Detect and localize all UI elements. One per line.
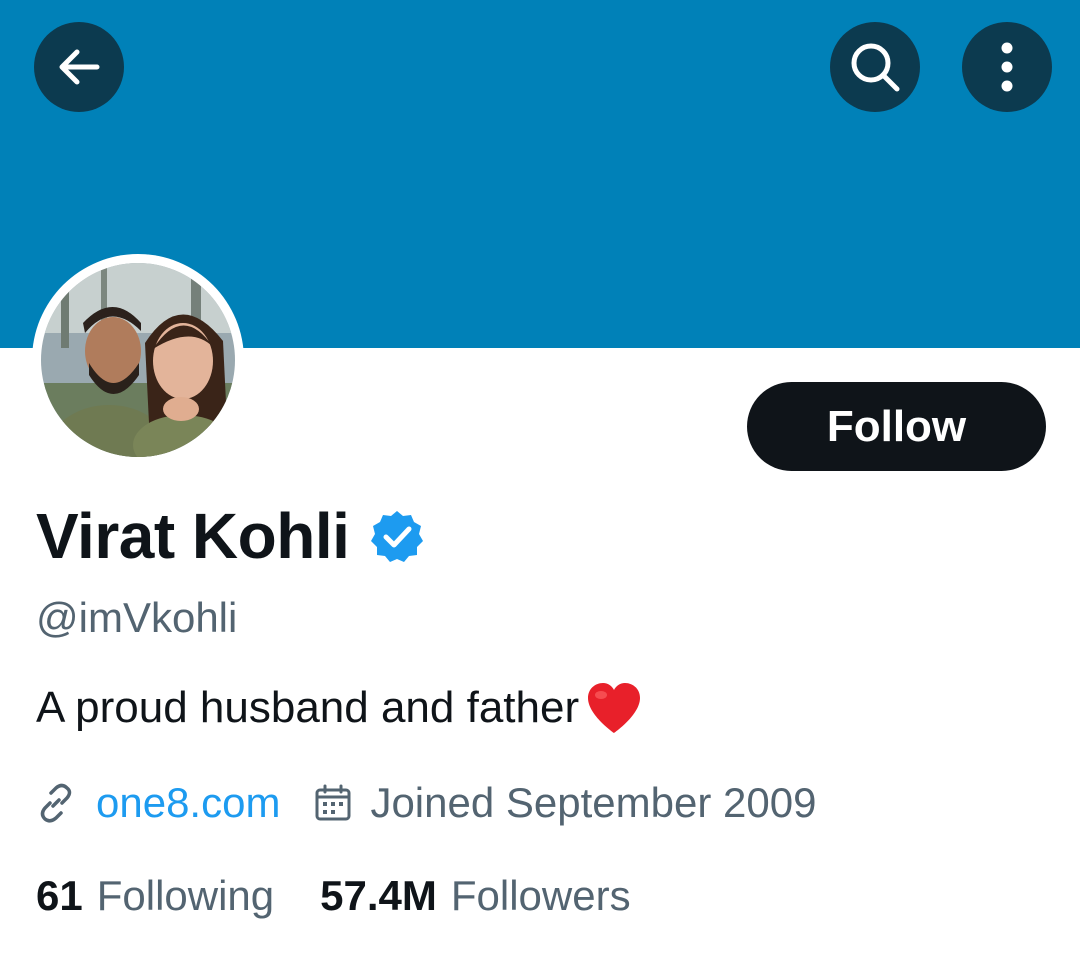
website-link[interactable]: one8.com [96, 776, 280, 830]
more-options-button[interactable] [962, 22, 1052, 112]
following-label: Following [96, 872, 275, 919]
follow-button[interactable]: Follow [747, 382, 1046, 471]
heart-emoji-icon [588, 683, 641, 733]
link-icon [40, 783, 72, 823]
profile-name: Virat Kohli [36, 500, 350, 572]
profile-bio: A proud husband and father [36, 680, 643, 736]
back-button[interactable] [34, 22, 124, 112]
avatar[interactable] [41, 263, 235, 457]
more-vertical-icon [1001, 42, 1013, 92]
calendar-icon [315, 784, 351, 821]
following-count: 61 [36, 872, 83, 919]
following-stat[interactable]: 61 Following [36, 868, 274, 924]
profile-name-row: Virat Kohli [36, 500, 425, 572]
profile-stats: 61 Following 57.4M Followers [36, 868, 631, 924]
joined-date: Joined September 2009 [370, 779, 817, 826]
avatar-border [32, 254, 244, 466]
arrow-left-icon [59, 49, 100, 85]
search-button[interactable] [830, 22, 920, 112]
profile-meta: one8.com Joined September 2009 [36, 776, 816, 830]
followers-label: Followers [450, 872, 631, 919]
search-icon [851, 43, 900, 92]
bio-text: A proud husband and father [36, 683, 580, 732]
profile-handle: @imVkohli [36, 594, 238, 641]
verified-badge-icon [371, 511, 424, 562]
followers-stat[interactable]: 57.4M Followers [320, 868, 630, 924]
followers-count: 57.4M [320, 872, 437, 919]
